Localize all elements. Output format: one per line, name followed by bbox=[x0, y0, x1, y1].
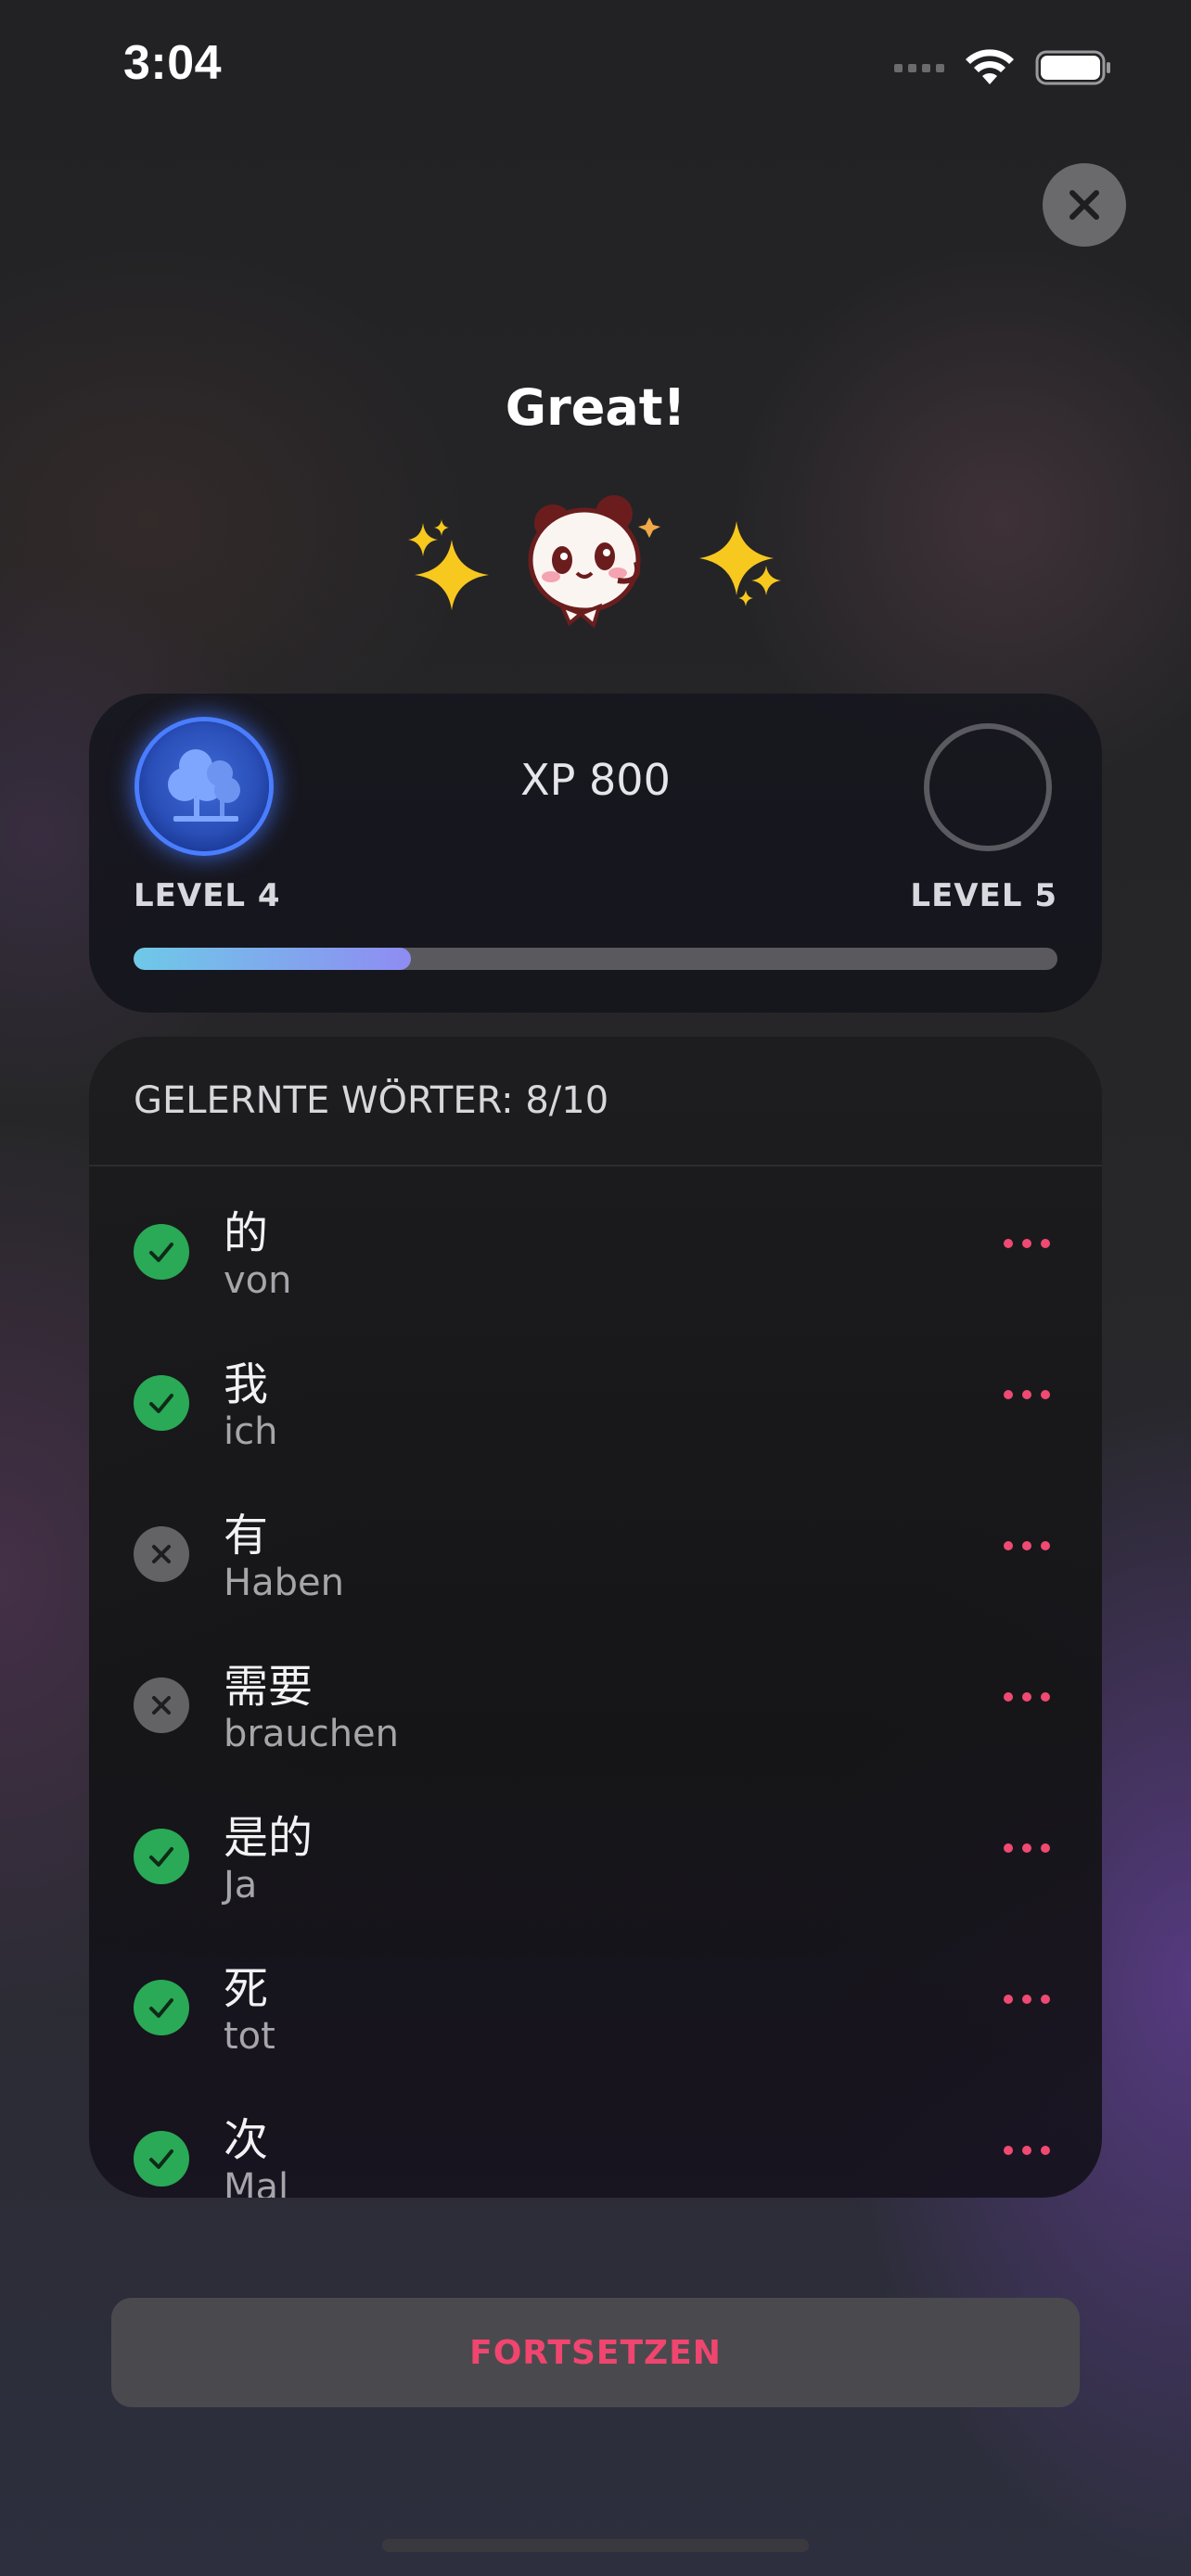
word-list-item: 的 von bbox=[89, 1178, 1102, 1329]
next-level-label: LEVEL 5 bbox=[910, 877, 1057, 914]
learned-words-header: GELERNTE WÖRTER: 8/10 bbox=[89, 1037, 1102, 1167]
check-icon bbox=[134, 1980, 189, 2035]
more-dot bbox=[1022, 2146, 1031, 2155]
more-options-button[interactable] bbox=[1004, 2146, 1050, 2155]
xp-progress-bar bbox=[134, 948, 1057, 970]
sparkles-icon-left bbox=[408, 519, 489, 610]
word-hanzi: 是的 bbox=[224, 1812, 314, 1864]
more-dots-icon bbox=[1004, 1843, 1013, 1853]
word-hanzi: 的 bbox=[224, 1207, 269, 1259]
word-list-item: 有 Haben bbox=[89, 1480, 1102, 1631]
result-title: Great! bbox=[505, 378, 686, 437]
word-translation: Haben bbox=[224, 1562, 344, 1604]
battery-icon bbox=[1035, 50, 1110, 85]
word-list-item: 我 ich bbox=[89, 1329, 1102, 1480]
next-level-badge bbox=[924, 723, 1052, 851]
more-dot bbox=[1041, 1239, 1050, 1248]
more-options-button[interactable] bbox=[1004, 1541, 1050, 1550]
more-dot bbox=[1022, 1390, 1031, 1399]
check-icon bbox=[134, 1829, 189, 1884]
more-dot bbox=[1022, 1239, 1031, 1248]
word-translation: Mal bbox=[224, 2166, 289, 2198]
word-hanzi: 我 bbox=[224, 1358, 269, 1410]
more-options-button[interactable] bbox=[1004, 1390, 1050, 1399]
more-dots-icon bbox=[1004, 1390, 1013, 1399]
current-level-label: LEVEL 4 bbox=[134, 877, 281, 914]
word-list-item: 需要 brauchen bbox=[89, 1631, 1102, 1782]
check-icon bbox=[134, 1224, 189, 1280]
xp-progress-card: XP 800 LEVEL 4 LEVEL 5 bbox=[89, 694, 1102, 1013]
panda-mascot-icon bbox=[528, 495, 660, 629]
more-dot bbox=[1022, 1541, 1031, 1550]
word-list-item: 次 Mal bbox=[89, 2085, 1102, 2198]
more-dots-icon bbox=[1004, 2146, 1013, 2155]
more-dots-icon bbox=[1004, 1239, 1013, 1248]
word-list-item: 死 tot bbox=[89, 1933, 1102, 2085]
word-hanzi: 次 bbox=[224, 2114, 269, 2166]
word-translation: ich bbox=[224, 1410, 278, 1453]
status-icons bbox=[894, 45, 1113, 91]
close-button[interactable] bbox=[1043, 163, 1126, 247]
cellular-signal-icon bbox=[894, 63, 944, 72]
more-dot bbox=[1041, 1390, 1050, 1399]
more-dot bbox=[1041, 1995, 1050, 2004]
mascot-illustration bbox=[0, 491, 1191, 631]
more-dots-icon bbox=[1004, 1692, 1013, 1702]
wifi-icon bbox=[966, 49, 1014, 84]
xp-progress-fill bbox=[134, 948, 411, 970]
sparkles-icon-right bbox=[699, 521, 781, 606]
home-indicator bbox=[382, 2539, 809, 2552]
continue-button[interactable]: FORTSETZEN bbox=[111, 2298, 1080, 2407]
word-translation: brauchen bbox=[224, 1713, 400, 1755]
more-dots-icon bbox=[1004, 1541, 1013, 1550]
check-icon bbox=[134, 1375, 189, 1431]
word-hanzi: 有 bbox=[224, 1510, 269, 1562]
more-dot bbox=[1022, 1692, 1031, 1702]
more-options-button[interactable] bbox=[1004, 1692, 1050, 1702]
more-dot bbox=[1022, 1995, 1031, 2004]
word-list-item: 是的 Ja bbox=[89, 1782, 1102, 1933]
close-icon bbox=[1069, 190, 1099, 220]
check-icon bbox=[134, 2131, 189, 2187]
status-time: 3:04 bbox=[123, 36, 223, 90]
more-dot bbox=[1041, 1843, 1050, 1853]
word-hanzi: 死 bbox=[224, 1963, 269, 2015]
x-icon bbox=[134, 1677, 189, 1733]
more-options-button[interactable] bbox=[1004, 1239, 1050, 1248]
more-dots-icon bbox=[1004, 1995, 1013, 2004]
more-dot bbox=[1041, 1541, 1050, 1550]
word-translation: Ja bbox=[224, 1864, 258, 1906]
learned-words-card: GELERNTE WÖRTER: 8/10 的 von 我 ich 有 Haben 需要 br… bbox=[89, 1037, 1102, 2198]
lesson-result-screen: 3:04 Great! XP 800 LEVEL 4 LEVEL 5 GELER… bbox=[0, 0, 1191, 2576]
more-dot bbox=[1022, 1843, 1031, 1853]
word-translation: tot bbox=[224, 2015, 275, 2058]
x-icon bbox=[134, 1526, 189, 1582]
word-hanzi: 需要 bbox=[224, 1661, 314, 1713]
more-options-button[interactable] bbox=[1004, 1995, 1050, 2004]
more-dot bbox=[1041, 1692, 1050, 1702]
more-dot bbox=[1041, 2146, 1050, 2155]
more-options-button[interactable] bbox=[1004, 1843, 1050, 1853]
word-translation: von bbox=[224, 1259, 292, 1302]
